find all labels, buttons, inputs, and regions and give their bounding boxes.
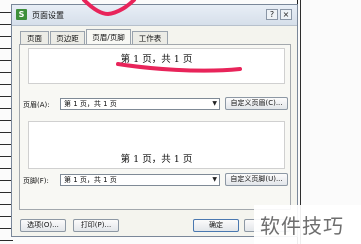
footer-select[interactable]: 第 1 页，共 1 页 ▼	[60, 174, 220, 186]
grid-line	[0, 240, 13, 241]
tab-sheet[interactable]: 工作表	[132, 31, 168, 44]
footer-select-value: 第 1 页，共 1 页	[64, 176, 117, 184]
header-footer-panel: 第 1 页，共 1 页 页眉(A): 第 1 页，共 1 页 ▼ 自定义页眉(C…	[19, 44, 291, 210]
watermark-text: 软件技巧	[260, 214, 344, 238]
footer-label: 页脚(F):	[23, 177, 49, 185]
custom-header-button[interactable]: 自定义页眉(C)...	[225, 97, 288, 110]
help-button[interactable]: ?	[266, 9, 278, 20]
chevron-down-icon: ▼	[212, 176, 217, 183]
header-select-value: 第 1 页，共 1 页	[64, 100, 117, 108]
options-button[interactable]: 选项(O)...	[20, 219, 66, 232]
header-preview: 第 1 页，共 1 页	[28, 48, 285, 84]
page-setup-dialog: S 页面设置 ? × 页面 页边距 页眉/页脚 工作表 第 1 页，共 1 页 …	[11, 4, 298, 237]
header-preview-text: 第 1 页，共 1 页	[120, 54, 193, 65]
title-bar[interactable]: S 页面设置 ? ×	[12, 5, 297, 26]
header-label: 页眉(A):	[23, 101, 50, 109]
watermark: 软件技巧	[254, 205, 361, 244]
tab-page[interactable]: 页面	[20, 31, 49, 44]
close-button[interactable]: ×	[280, 9, 292, 20]
print-button[interactable]: 打印(P)...	[73, 219, 119, 232]
app-icon: S	[16, 9, 27, 20]
header-select[interactable]: 第 1 页，共 1 页 ▼	[60, 98, 220, 110]
dialog-title: 页面设置	[32, 11, 64, 20]
custom-footer-button[interactable]: 自定义页脚(U)...	[225, 173, 288, 186]
ok-button[interactable]: 确定	[193, 219, 239, 232]
footer-preview-text: 第 1 页，共 1 页	[120, 154, 193, 165]
chevron-down-icon: ▼	[212, 100, 217, 107]
tab-margins[interactable]: 页边距	[50, 31, 85, 44]
tab-header-footer[interactable]: 页眉/页脚	[86, 29, 131, 45]
footer-preview: 第 1 页，共 1 页	[28, 121, 285, 169]
